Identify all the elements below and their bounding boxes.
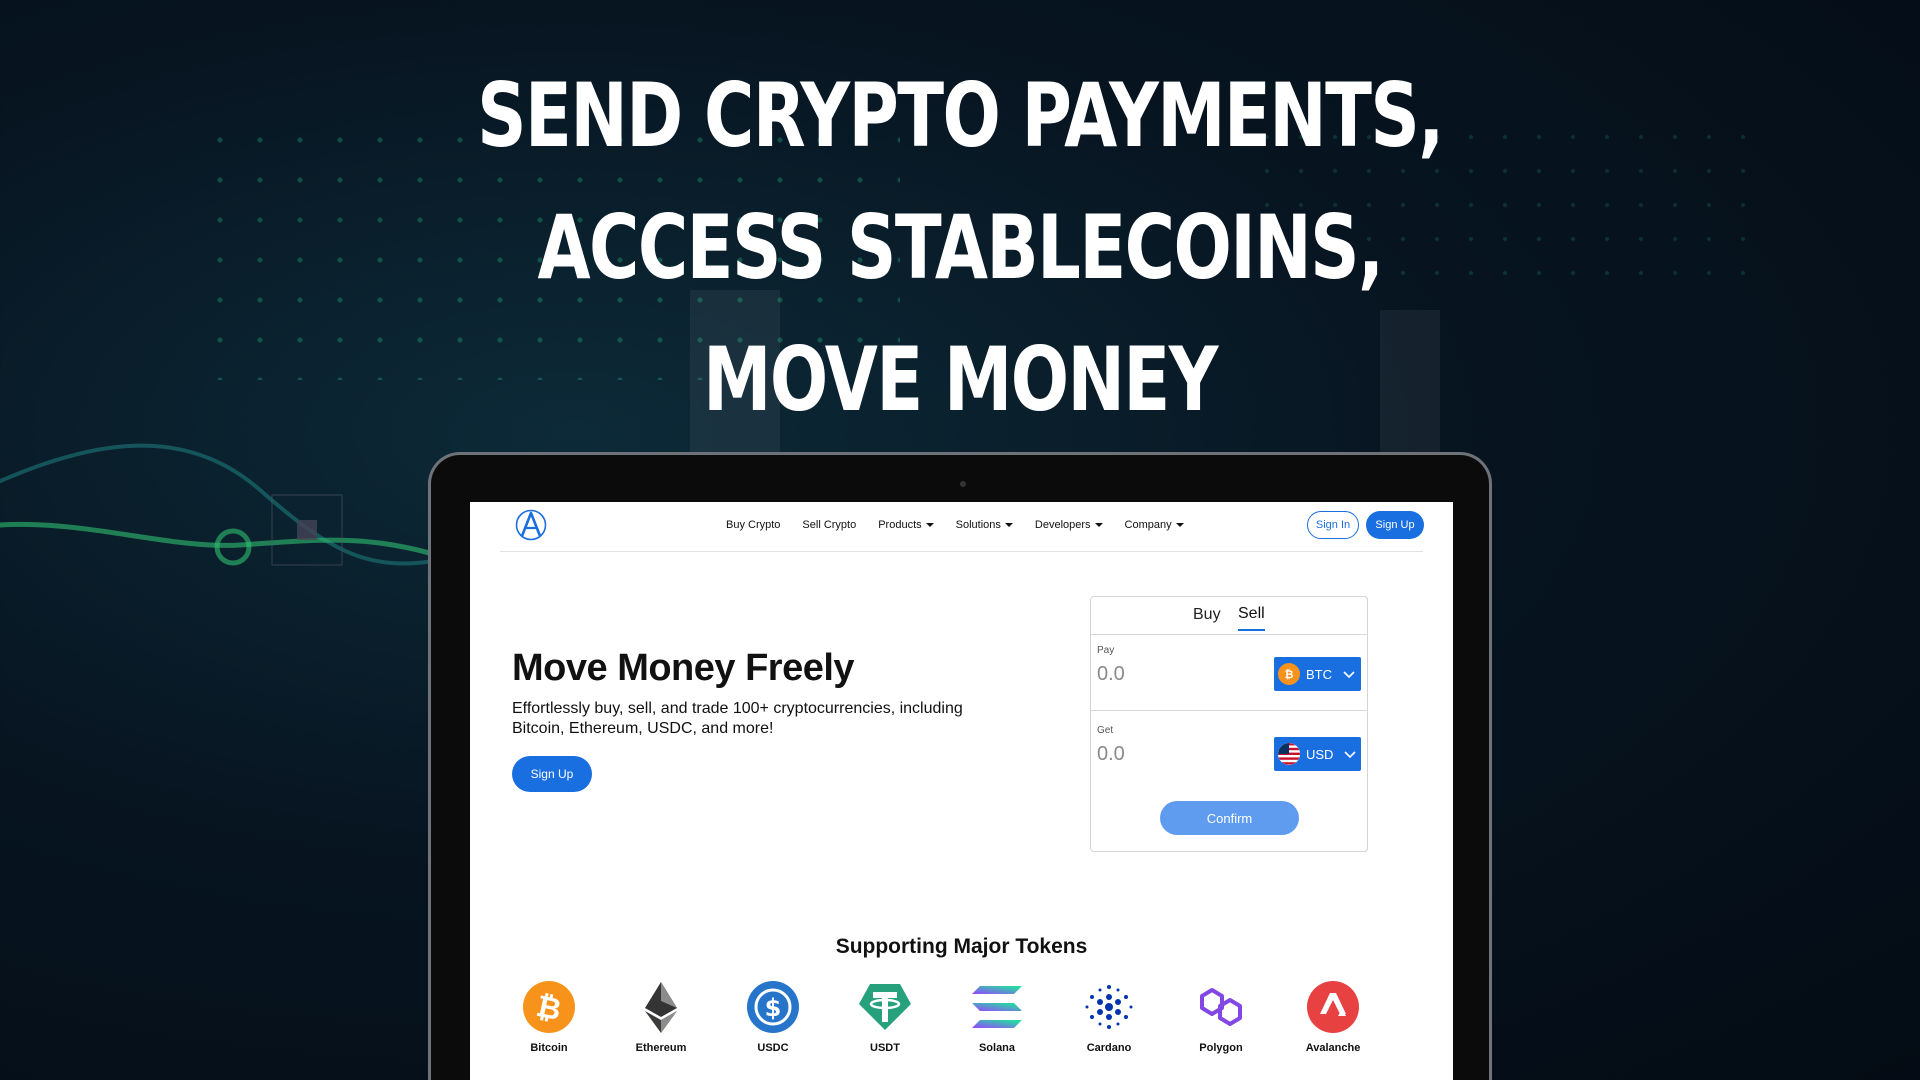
get-currency-label: USD [1306,746,1334,762]
token-name: Avalanche [1305,1042,1361,1054]
token-name: Cardano [1086,1042,1132,1054]
divider [1091,710,1367,711]
nav-solutions[interactable]: Solutions [956,519,1013,531]
token-item: Avalanche [1293,980,1373,1054]
get-amount-input[interactable]: 0.0 [1097,743,1125,766]
hero-title: Move Money Freely [512,647,855,689]
pay-currency-label: BTC [1306,666,1332,682]
polygon-icon [1194,980,1248,1034]
nav-label: Buy Crypto [726,519,781,531]
confirm-button[interactable]: Confirm [1160,801,1299,835]
cardano-icon [1082,980,1136,1034]
bitcoin-icon: ₿ [1278,663,1300,685]
token-name: USDC [757,1042,789,1054]
tab-buy[interactable]: Buy [1193,606,1221,624]
nav-products[interactable]: Products [878,519,934,531]
nav-label: Sell Crypto [802,519,857,531]
get-label: Get [1097,725,1114,736]
nav-developers[interactable]: Developers [1035,519,1103,531]
nav-sell-crypto[interactable]: Sell Crypto [802,519,856,531]
headline-line: ACCESS STABLECOINS, [537,196,1384,299]
usdt-icon [858,980,912,1034]
caret-down-icon [1094,523,1103,527]
usdc-icon: $ [746,980,800,1034]
token-item: Solana [957,980,1037,1054]
token-item: Polygon [1181,980,1261,1054]
camera [960,481,966,487]
token-item: ₿ Bitcoin [509,980,589,1054]
pay-amount-input[interactable]: 0.0 [1097,663,1125,686]
avalanche-icon [1306,980,1360,1034]
tokens-section-title: Supporting Major Tokens [835,935,1088,958]
nav-links: Buy Crypto Sell Crypto Products Solution… [726,519,1184,531]
token-name: USDT [870,1042,900,1054]
bitcoin-icon: ₿ [522,980,576,1034]
logo-icon[interactable] [515,508,547,542]
chevron-down-icon [1343,671,1355,679]
tab-sell[interactable]: Sell [1238,605,1265,631]
caret-down-icon [1175,523,1184,527]
nav-label: Company [1124,519,1172,531]
caret-down-icon [925,523,934,527]
laptop-frame: Buy Crypto Sell Crypto Products Solution… [428,452,1492,1080]
nav-label: Solutions [955,519,1001,531]
nav-label: Products [878,519,922,531]
navbar: Buy Crypto Sell Crypto Products Solution… [500,502,1424,552]
token-item: USDT [845,980,925,1054]
solana-icon [970,980,1024,1034]
token-item: $ USDC [733,980,813,1054]
svg-text:$: $ [765,994,782,1022]
nav-label: Developers [1034,519,1091,531]
token-name: Polygon [1199,1042,1243,1054]
token-name: Solana [978,1042,1016,1054]
pay-currency-select[interactable]: ₿ BTC [1274,657,1361,691]
chevron-down-icon [1344,751,1357,759]
nav-company[interactable]: Company [1125,519,1184,531]
hero-subtitle: Effortlessly buy, sell, and trade 100+ c… [512,700,963,737]
get-currency-select[interactable]: USD [1274,737,1361,771]
sign-up-button[interactable]: Sign Up [1366,511,1424,539]
token-name: Bitcoin [530,1042,568,1054]
nav-buy-crypto[interactable]: Buy Crypto [726,519,780,531]
ethereum-icon [634,980,688,1034]
headline-line: SEND CRYPTO PAYMENTS, [477,64,1444,167]
headline: SEND CRYPTO PAYMENTS, ACCESS STABLECOINS… [211,50,1709,446]
token-name: Ethereum [635,1042,687,1054]
website-screen: Buy Crypto Sell Crypto Products Solution… [470,502,1453,1080]
svg-text:₿: ₿ [1285,668,1294,681]
sign-in-button[interactable]: Sign In [1307,511,1359,539]
trade-widget: Buy Sell Pay 0.0 ₿ BTC Get 0.0 USD Confi… [1090,596,1368,852]
us-flag-icon [1278,743,1300,765]
pay-label: Pay [1097,645,1115,656]
trade-tabs: Buy Sell [1091,597,1367,635]
headline-line: MOVE MONEY [703,328,1218,431]
token-item: Cardano [1069,980,1149,1054]
hero-sign-up-button[interactable]: Sign Up [512,756,592,792]
token-item: Ethereum [621,980,701,1054]
caret-down-icon [1004,523,1013,527]
